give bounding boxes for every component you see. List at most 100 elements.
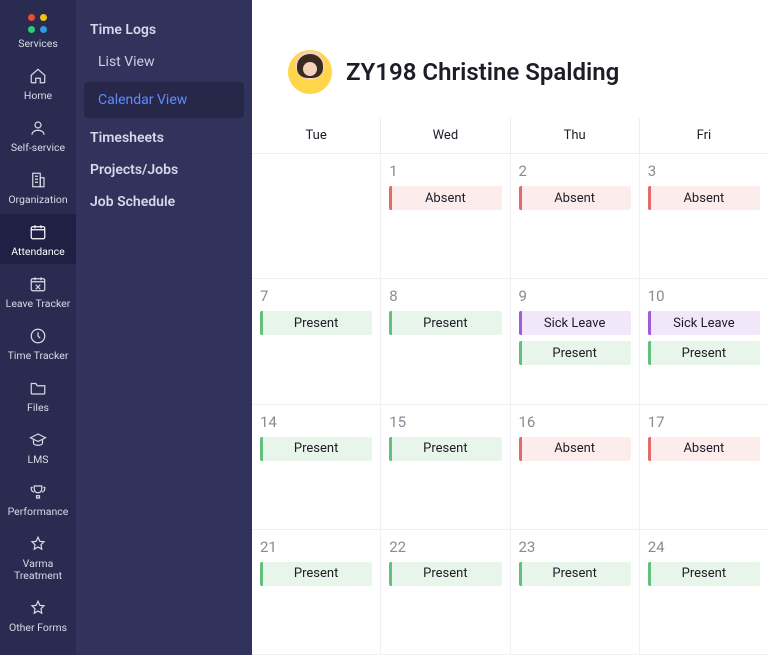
- rail-item-performance[interactable]: Performance: [0, 474, 76, 524]
- home-icon: [28, 66, 48, 86]
- user-header: ZY198 Christine Spalding: [252, 0, 768, 118]
- rail-label: Varma Treatment: [0, 558, 76, 582]
- calendar-header-row: Tue Wed Thu Fri: [252, 118, 768, 154]
- status-badge-absent[interactable]: Absent: [648, 186, 760, 210]
- rail-label: LMS: [27, 454, 48, 466]
- cell-date: 24: [648, 538, 760, 556]
- avatar[interactable]: [288, 50, 332, 94]
- status-badge-sick[interactable]: Sick Leave: [519, 311, 631, 335]
- calendar-cell[interactable]: [252, 154, 380, 278]
- calendar-cell[interactable]: 3 Absent: [639, 154, 768, 278]
- calendar-cell[interactable]: 22 Present: [380, 530, 509, 654]
- calendar-cell[interactable]: 10 Sick Leave Present: [639, 279, 768, 403]
- trophy-icon: [28, 482, 48, 502]
- calendar-cell[interactable]: 16 Absent: [510, 405, 639, 529]
- brand-dots-icon: [28, 14, 48, 34]
- cell-date: 2: [519, 162, 631, 180]
- calendar-cell[interactable]: 8 Present: [380, 279, 509, 403]
- day-of-week: Tue: [252, 118, 380, 153]
- rail-label: Performance: [8, 506, 69, 518]
- status-badge-absent[interactable]: Absent: [648, 437, 760, 461]
- rail-label: Home: [24, 90, 52, 102]
- calendar-cell[interactable]: 9 Sick Leave Present: [510, 279, 639, 403]
- subnav-group-timesheets[interactable]: Timesheets: [76, 120, 252, 152]
- rail-item-varma-treatment[interactable]: Varma Treatment: [0, 526, 76, 588]
- day-of-week: Thu: [510, 118, 639, 153]
- rail-item-leave-tracker[interactable]: Leave Tracker: [0, 266, 76, 316]
- rail-item-time-tracker[interactable]: Time Tracker: [0, 318, 76, 368]
- star-icon: [28, 534, 48, 554]
- rail-label: Files: [27, 402, 49, 414]
- calendar-cell[interactable]: 24 Present: [639, 530, 768, 654]
- subnav-group-projects-jobs[interactable]: Projects/Jobs: [76, 152, 252, 184]
- subnav-group-job-schedule[interactable]: Job Schedule: [76, 184, 252, 216]
- status-badge-present[interactable]: Present: [648, 341, 760, 365]
- calendar-cell[interactable]: 2 Absent: [510, 154, 639, 278]
- user-display-name: ZY198 Christine Spalding: [346, 58, 619, 86]
- calendar: Tue Wed Thu Fri 1 Absent 2 Absent 3 Absent 7Pr…: [252, 118, 768, 655]
- rail-item-attendance[interactable]: Attendance: [0, 214, 76, 264]
- rail-item-home[interactable]: Home: [0, 58, 76, 108]
- status-badge-present[interactable]: Present: [260, 311, 372, 335]
- status-badge-present[interactable]: Present: [389, 562, 501, 586]
- rail-item-self-service[interactable]: Self-service: [0, 110, 76, 160]
- cell-date: 14: [260, 413, 372, 431]
- cell-date: 16: [519, 413, 631, 431]
- folder-icon: [28, 378, 48, 398]
- cell-date: 15: [389, 413, 501, 431]
- building-icon: [28, 170, 48, 190]
- calendar-cell[interactable]: 14 Present: [252, 405, 380, 529]
- calendar-cell[interactable]: 23 Present: [510, 530, 639, 654]
- status-badge-absent[interactable]: Absent: [519, 437, 631, 461]
- rail-item-services[interactable]: Services: [0, 6, 76, 56]
- calendar-x-icon: [28, 274, 48, 294]
- rail-item-files[interactable]: Files: [0, 370, 76, 420]
- calendar-cell[interactable]: 17 Absent: [639, 405, 768, 529]
- status-badge-absent[interactable]: Absent: [389, 186, 501, 210]
- status-badge-present[interactable]: Present: [389, 437, 501, 461]
- graduation-icon: [28, 430, 48, 450]
- rail-item-organization[interactable]: Organization: [0, 162, 76, 212]
- calendar-cell[interactable]: 21 Present: [252, 530, 380, 654]
- status-badge-present[interactable]: Present: [519, 341, 631, 365]
- person-icon: [28, 118, 48, 138]
- calendar-cell[interactable]: 7Present: [252, 279, 380, 403]
- calendar-cell[interactable]: 15 Present: [380, 405, 509, 529]
- rail-item-lms[interactable]: LMS: [0, 422, 76, 472]
- cell-date: 1: [389, 162, 501, 180]
- subnav-item-list-view[interactable]: List View: [76, 44, 252, 80]
- status-badge-sick[interactable]: Sick Leave: [648, 311, 760, 335]
- status-badge-present[interactable]: Present: [648, 562, 760, 586]
- subnav-item-calendar-view[interactable]: Calendar View: [84, 82, 244, 118]
- rail-label: Services: [18, 38, 58, 50]
- cell-date: 10: [648, 287, 760, 305]
- secondary-nav: Time Logs List View Calendar View Timesh…: [76, 0, 252, 655]
- cell-date: 21: [260, 538, 372, 556]
- cell-date: 22: [389, 538, 501, 556]
- status-badge-present[interactable]: Present: [260, 562, 372, 586]
- cell-date: 17: [648, 413, 760, 431]
- rail-item-other-forms[interactable]: Other Forms: [0, 590, 76, 640]
- rail-label: Other Forms: [9, 622, 67, 634]
- main-content: ZY198 Christine Spalding Tue Wed Thu Fri…: [252, 0, 768, 655]
- rail-label: Self-service: [11, 142, 65, 154]
- rail-label: Time Tracker: [8, 350, 69, 362]
- calendar-body: 1 Absent 2 Absent 3 Absent 7Present 8 Present 9 Si…: [252, 154, 768, 655]
- status-badge-present[interactable]: Present: [260, 437, 372, 461]
- day-of-week: Fri: [639, 118, 768, 153]
- rail-label: Attendance: [11, 246, 65, 258]
- status-badge-present[interactable]: Present: [519, 562, 631, 586]
- cell-date: 3: [648, 162, 760, 180]
- day-of-week: Wed: [380, 118, 509, 153]
- cell-date: 23: [519, 538, 631, 556]
- subnav-group-time-logs[interactable]: Time Logs: [76, 12, 252, 44]
- status-badge-present[interactable]: Present: [389, 311, 501, 335]
- status-badge-absent[interactable]: Absent: [519, 186, 631, 210]
- cell-date: 8: [389, 287, 501, 305]
- primary-nav-rail: Services Home Self-service Organization …: [0, 0, 76, 655]
- clock-icon: [28, 326, 48, 346]
- cell-date: 9: [519, 287, 631, 305]
- calendar-check-icon: [28, 222, 48, 242]
- calendar-cell[interactable]: 1 Absent: [380, 154, 509, 278]
- star-icon: [28, 598, 48, 618]
